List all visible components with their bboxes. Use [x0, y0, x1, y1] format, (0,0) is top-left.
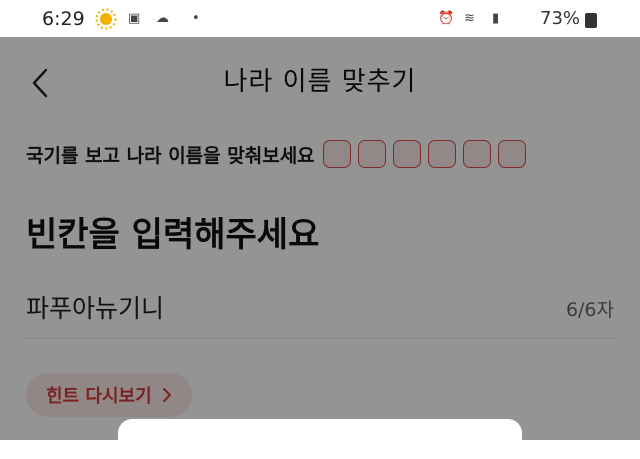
alarm-icon: ⏰: [438, 11, 455, 26]
battery-percent: 73%: [540, 8, 581, 29]
bottom-sheet: [118, 419, 522, 459]
wifi-icon: ≋: [464, 11, 475, 26]
signal-icon: ▮: [492, 11, 500, 26]
battery-icon: [585, 13, 597, 28]
status-bar: 6:29 ▣ ☁ • ⏰ ≋ ▮ 73%: [0, 0, 640, 37]
gallery-icon: ▣: [128, 11, 141, 26]
cloud-icon: ☁: [156, 11, 169, 26]
modal-overlay[interactable]: [0, 37, 640, 440]
dot-icon: •: [192, 11, 200, 26]
sun-icon: [95, 8, 117, 30]
status-time: 6:29: [42, 8, 85, 30]
